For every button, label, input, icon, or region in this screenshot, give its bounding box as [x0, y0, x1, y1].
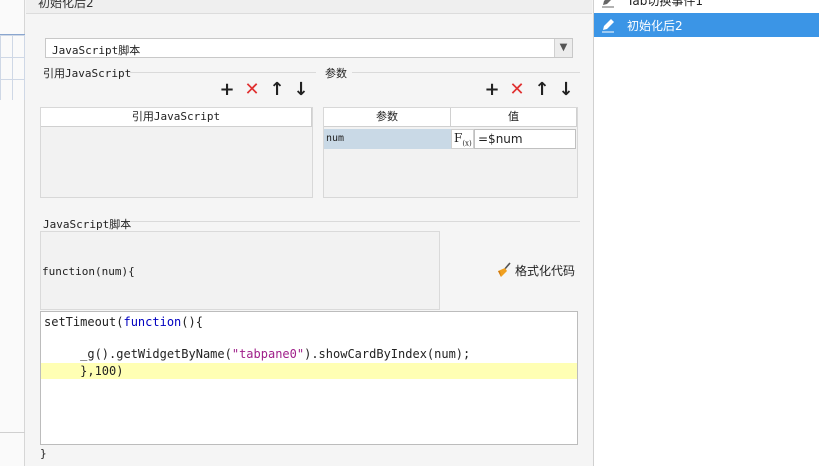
script-type-value: JavaScript脚本 [52, 44, 141, 57]
add-ref-button[interactable]: + [217, 81, 237, 101]
ref-js-column-header: 引用JavaScript [41, 108, 312, 127]
edit-icon [602, 19, 614, 33]
event-item-label: 初始化后2 [627, 19, 683, 33]
delete-ref-button[interactable]: ✕ [242, 81, 262, 101]
params-table: 参数 值 num F(x) =$num [323, 107, 578, 198]
event-list-panel: Tab切换事件1 初始化后2 [593, 0, 825, 466]
code-line: _g().getWidgetByName("tabpane0").showCar… [44, 347, 471, 361]
format-code-label: 格式化代码 [515, 264, 576, 278]
script-type-select[interactable]: JavaScript脚本 ▼ [45, 38, 573, 58]
divider [130, 221, 580, 222]
params-section-label: 参数 [325, 67, 347, 80]
event-editor-dialog: 初始化后2 JavaScript脚本 ▼ 引用JavaScript 参数 + ✕… [26, 0, 592, 466]
edit-icon [602, 0, 614, 8]
dialog-title: 初始化后2 [38, 0, 94, 10]
chevron-down-icon[interactable]: ▼ [554, 39, 572, 57]
event-item-selected[interactable]: 初始化后2 [594, 13, 819, 37]
spreadsheet-grid-fragment [0, 34, 25, 100]
function-signature-box: function(num){ [40, 231, 440, 310]
code-editor[interactable]: setTimeout(function(){ _g().getWidgetByN… [40, 311, 578, 445]
event-item-label: Tab切换事件1 [627, 0, 703, 8]
move-down-ref-button[interactable]: ↓ [291, 81, 311, 101]
param-name-column-header: 参数 [324, 108, 451, 127]
move-down-param-button[interactable]: ↓ [556, 81, 576, 101]
code-line-highlighted: },100) [41, 363, 577, 379]
dialog-title-bar: 初始化后2 [26, 0, 592, 14]
param-value-input[interactable]: =$num [474, 129, 576, 149]
divider [352, 72, 580, 73]
formula-icon[interactable]: F(x) [451, 129, 474, 149]
ref-js-table: 引用JavaScript [40, 107, 313, 198]
code-line: setTimeout(function(){ [44, 315, 203, 329]
add-param-button[interactable]: + [482, 81, 502, 101]
function-signature: function(num){ [42, 265, 135, 278]
format-code-button[interactable]: 格式化代码 [496, 262, 575, 282]
move-up-param-button[interactable]: ↑ [532, 81, 552, 101]
divider [0, 432, 25, 433]
delete-param-button[interactable]: ✕ [507, 81, 527, 101]
move-up-ref-button[interactable]: ↑ [267, 81, 287, 101]
divider [130, 72, 316, 73]
param-name-cell[interactable]: num [324, 129, 451, 149]
script-section-label: JavaScript脚本 [43, 218, 132, 231]
param-value-column-header: 值 [451, 108, 577, 127]
event-item[interactable]: Tab切换事件1 [594, 0, 819, 12]
closing-brace: } [40, 447, 47, 460]
broom-icon [498, 262, 511, 277]
ref-js-section-label: 引用JavaScript [43, 67, 132, 80]
left-background-panel [0, 0, 25, 466]
